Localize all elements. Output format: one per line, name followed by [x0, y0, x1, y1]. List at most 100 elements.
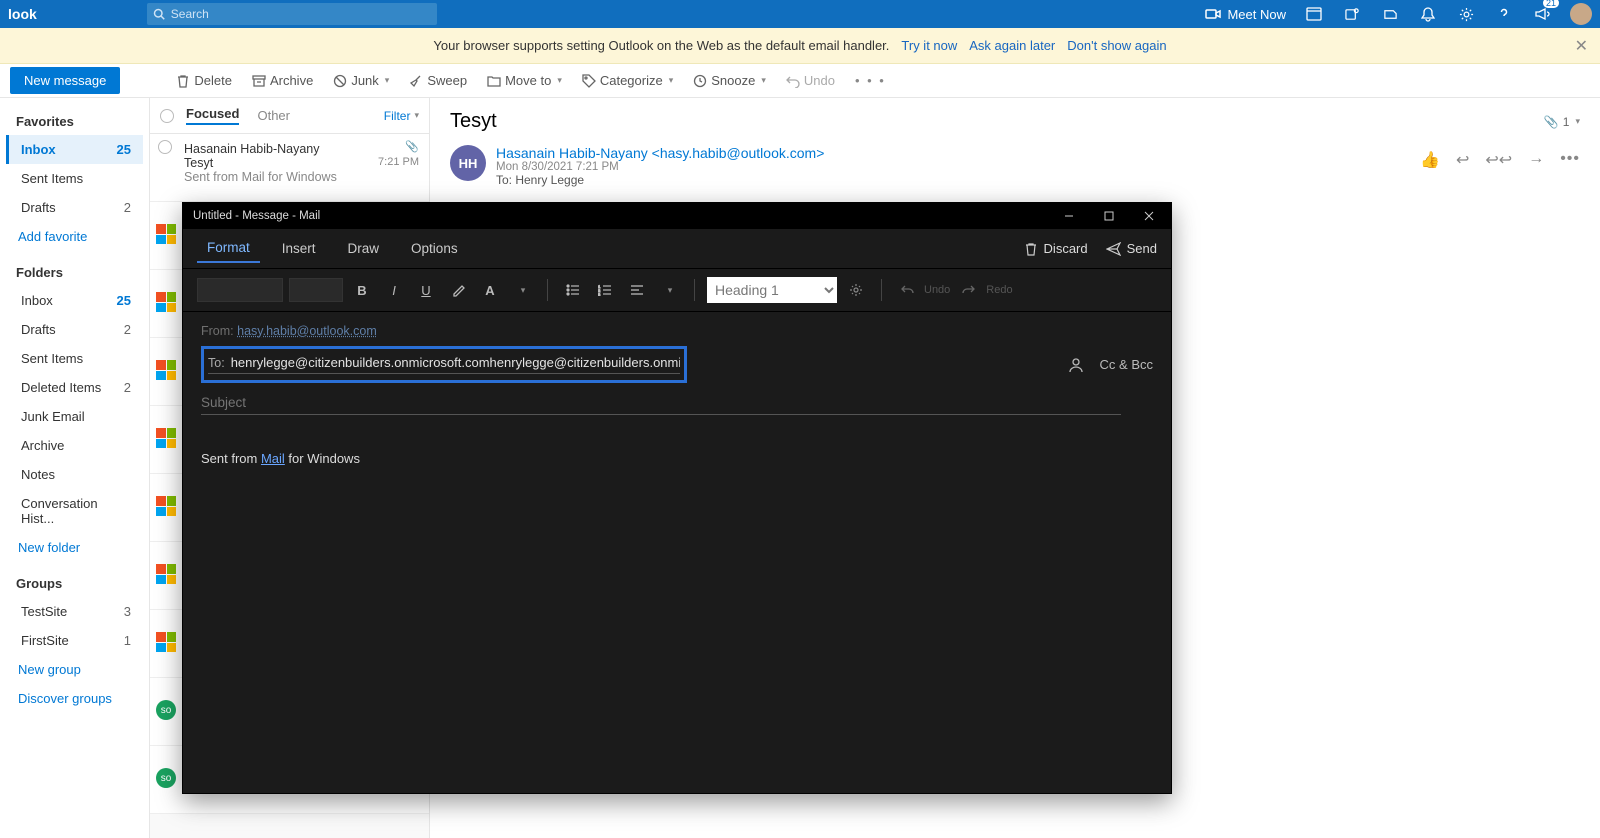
new-group-link[interactable]: New group: [6, 655, 143, 684]
tab-options[interactable]: Options: [401, 235, 468, 262]
add-favorite-link[interactable]: Add favorite: [6, 222, 143, 251]
junk-button[interactable]: Junk▾: [325, 69, 397, 92]
sidebar-item-junk[interactable]: Junk Email: [6, 402, 143, 431]
tab-format[interactable]: Format: [197, 234, 260, 263]
select-all-checkbox[interactable]: [160, 109, 174, 123]
chevron-down-icon: ▾: [557, 75, 562, 86]
font-size-select[interactable]: [289, 278, 343, 302]
attachment-count[interactable]: 📎1▾: [1544, 115, 1580, 129]
new-message-button[interactable]: New message: [10, 67, 120, 94]
compose-titlebar[interactable]: Untitled - Message - Mail: [183, 203, 1171, 229]
avatar[interactable]: [1570, 3, 1592, 25]
banner-dont-link[interactable]: Don't show again: [1067, 38, 1166, 53]
sidebar-item-drafts[interactable]: Drafts2: [6, 193, 143, 222]
reply-all-icon[interactable]: ↩↩: [1485, 150, 1512, 170]
search-input[interactable]: Search: [147, 3, 437, 25]
ellipsis-icon[interactable]: •••: [1560, 150, 1580, 170]
folders-header[interactable]: Folders: [6, 259, 143, 286]
forward-icon[interactable]: →: [1528, 150, 1544, 170]
subject-input[interactable]: [201, 395, 1121, 410]
tab-focused[interactable]: Focused: [186, 106, 239, 125]
archive-button[interactable]: Archive: [244, 69, 321, 92]
reply-icon[interactable]: ↩: [1456, 150, 1469, 170]
mail-tips-icon[interactable]: [1380, 4, 1400, 24]
undo-button[interactable]: [894, 277, 920, 303]
favorites-header[interactable]: Favorites: [6, 108, 143, 135]
bold-button[interactable]: B: [349, 277, 375, 303]
sidebar-item-drafts2[interactable]: Drafts2: [6, 315, 143, 344]
compose-body[interactable]: Sent from Mail for Windows: [183, 425, 1171, 492]
select-checkbox[interactable]: [158, 140, 172, 154]
close-button[interactable]: [1129, 203, 1169, 229]
undo-button[interactable]: Undo: [778, 69, 843, 92]
sidebar-item-notes[interactable]: Notes: [6, 460, 143, 489]
styles-settings-button[interactable]: [843, 277, 869, 303]
topbar-right: Meet Now 21: [1205, 3, 1592, 25]
sidebar-item-conversation[interactable]: Conversation Hist...: [6, 489, 143, 533]
to-input[interactable]: [231, 355, 680, 370]
from-row[interactable]: From: hasy.habib@outlook.com: [201, 322, 1153, 346]
tab-draw[interactable]: Draw: [338, 235, 390, 262]
font-family-select[interactable]: [197, 278, 283, 302]
default-handler-banner: Your browser supports setting Outlook on…: [0, 28, 1600, 64]
sidebar-item-archive[interactable]: Archive: [6, 431, 143, 460]
gear-icon[interactable]: [1456, 4, 1476, 24]
email-title-row: Tesyt 📎1▾: [450, 110, 1580, 133]
meet-now-button[interactable]: Meet Now: [1205, 7, 1286, 22]
archive-icon: [252, 74, 266, 88]
highlight-button[interactable]: [445, 277, 471, 303]
broom-icon: [409, 74, 423, 88]
from-line[interactable]: Hasanain Habib-Nayany <hasy.habib@outloo…: [496, 145, 824, 161]
categorize-button[interactable]: Categorize▾: [574, 69, 681, 92]
sidebar-item-firstsite[interactable]: FirstSite1: [6, 626, 143, 655]
font-color-button[interactable]: A: [477, 277, 503, 303]
discover-groups-link[interactable]: Discover groups: [6, 684, 143, 713]
message-item[interactable]: 📎 Hasanain Habib-Nayany Tesyt 7:21 PM Se…: [150, 134, 429, 202]
new-folder-link[interactable]: New folder: [6, 533, 143, 562]
numbering-button[interactable]: 123: [592, 277, 618, 303]
more-button[interactable]: • • •: [847, 69, 894, 92]
sidebar-item-sent[interactable]: Sent Items: [6, 164, 143, 193]
more-paragraph-button[interactable]: ▾: [656, 277, 682, 303]
tab-other[interactable]: Other: [257, 108, 290, 123]
help-icon[interactable]: [1494, 4, 1514, 24]
discard-button[interactable]: Discard: [1024, 241, 1088, 256]
align-button[interactable]: [624, 277, 650, 303]
snooze-button[interactable]: Snooze▾: [685, 69, 774, 92]
close-icon[interactable]: ✕: [1575, 36, 1588, 56]
italic-button[interactable]: I: [381, 277, 407, 303]
redo-button[interactable]: [956, 277, 982, 303]
more-font-button[interactable]: ▾: [509, 277, 535, 303]
svg-text:3: 3: [598, 292, 601, 296]
underline-button[interactable]: U: [413, 277, 439, 303]
ms-logo-icon: [156, 428, 176, 448]
sidebar-item-inbox[interactable]: Inbox25: [6, 135, 143, 164]
sidebar-item-inbox2[interactable]: Inbox25: [6, 286, 143, 315]
delete-button[interactable]: Delete: [168, 69, 240, 92]
people-picker-icon[interactable]: [1068, 357, 1084, 373]
my-day-icon[interactable]: [1304, 4, 1324, 24]
tab-insert[interactable]: Insert: [272, 235, 326, 262]
bell-icon[interactable]: [1418, 4, 1438, 24]
teams-icon[interactable]: [1342, 4, 1362, 24]
banner-ask-link[interactable]: Ask again later: [969, 38, 1055, 53]
banner-try-link[interactable]: Try it now: [901, 38, 957, 53]
sidebar-item-sent2[interactable]: Sent Items: [6, 344, 143, 373]
clock-icon: [693, 74, 707, 88]
maximize-button[interactable]: [1089, 203, 1129, 229]
announcements-icon[interactable]: 21: [1532, 4, 1552, 24]
like-icon[interactable]: 👍: [1420, 150, 1440, 170]
to-field-highlight: To:: [201, 346, 687, 383]
mail-link[interactable]: Mail: [261, 451, 285, 466]
sweep-button[interactable]: Sweep: [401, 69, 475, 92]
move-button[interactable]: Move to▾: [479, 69, 570, 92]
bullets-button[interactable]: [560, 277, 586, 303]
cc-bcc-button[interactable]: Cc & Bcc: [1100, 357, 1153, 372]
send-button[interactable]: Send: [1106, 241, 1157, 256]
minimize-button[interactable]: [1049, 203, 1089, 229]
groups-header[interactable]: Groups: [6, 570, 143, 597]
filter-button[interactable]: Filter▾: [384, 109, 419, 123]
styles-select[interactable]: Heading 1: [707, 277, 837, 303]
sidebar-item-deleted[interactable]: Deleted Items2: [6, 373, 143, 402]
sidebar-item-testsite[interactable]: TestSite3: [6, 597, 143, 626]
